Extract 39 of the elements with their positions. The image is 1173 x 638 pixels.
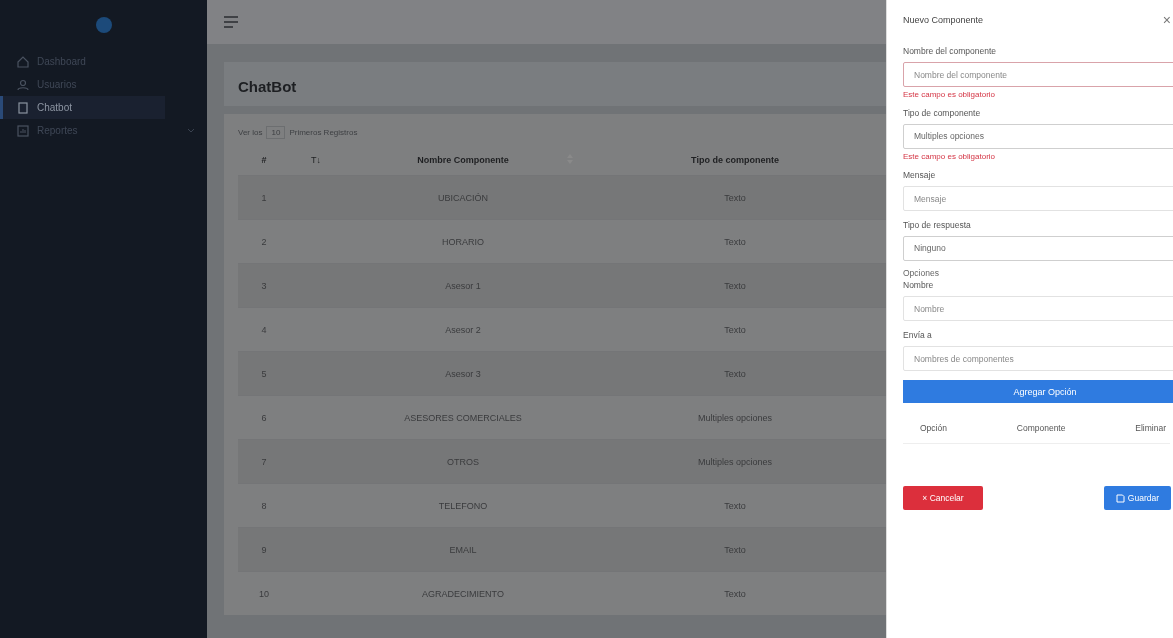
save-button[interactable]: Guardar	[1103, 486, 1171, 510]
user-icon	[17, 78, 29, 91]
page-title: ChatBot	[238, 78, 297, 95]
column-header: Opción	[920, 423, 947, 433]
table-cell: 7	[238, 439, 290, 484]
column-header: #	[261, 155, 267, 165]
field-label: Nombre	[903, 280, 935, 290]
drawer-title: Nuevo Componente	[903, 15, 984, 25]
field-label: Envía a	[903, 330, 933, 340]
table-cell: EMAIL	[342, 527, 584, 572]
save-icon	[1115, 493, 1125, 503]
column-header: Eliminar	[1135, 423, 1166, 433]
select-field[interactable]: Ninguno	[903, 236, 1173, 261]
logo-icon	[94, 16, 113, 34]
input-field[interactable]: Nombre del componente	[903, 62, 1173, 87]
field-label: Mensaje	[903, 170, 937, 180]
error-message: Este campo es obligatorio	[903, 90, 997, 99]
select-field[interactable]: Multiples opciones	[903, 124, 1173, 149]
column-header: Tipo de componente	[691, 155, 779, 165]
column-header: T↓	[311, 155, 321, 165]
field-label: Nombre del componente	[903, 46, 998, 56]
chart-icon	[17, 124, 29, 137]
table-cell: AGRADECIMIENTO	[342, 571, 584, 615]
close-button[interactable]: ×	[1162, 12, 1171, 28]
home-icon	[17, 55, 29, 68]
table-cell: UBICACIÓN	[342, 175, 584, 220]
field-label: Tipo de componente	[903, 108, 982, 118]
menu-icon[interactable]	[224, 16, 238, 28]
table-cell: OTROS	[342, 439, 584, 484]
column-header: Componente	[1016, 423, 1066, 433]
field-label: Tipo de respuesta	[903, 220, 972, 230]
column-header: Nombre Componente	[417, 155, 509, 165]
cancel-button[interactable]: × Cancelar	[903, 486, 983, 510]
document-icon	[17, 101, 29, 114]
error-message: Este campo es obligatorio	[903, 152, 997, 161]
table-cell: 10	[238, 571, 290, 615]
add-option-button[interactable]: Agregar Opción	[903, 380, 1173, 403]
sidebar-item[interactable]: Chatbot	[0, 96, 165, 119]
section-heading: Opciones	[903, 268, 940, 278]
